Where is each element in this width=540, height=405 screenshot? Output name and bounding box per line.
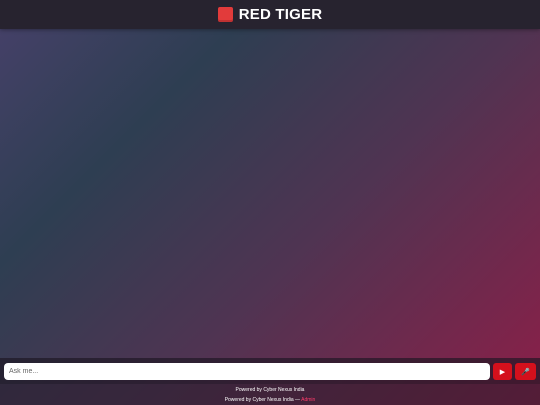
powered-by-admin-line: Powered by Cyber Nexus India — Admin [0, 397, 540, 403]
chat-area [0, 29, 540, 358]
footer: Powered by Cyber Nexus India Powered by … [0, 384, 540, 405]
red-square-icon [217, 7, 233, 22]
mic-button[interactable]: 🎤 [515, 363, 536, 380]
app-header: RED TIGER [0, 0, 540, 29]
powered-by-prefix: Powered by Cyber Nexus India — [224, 397, 302, 403]
send-button[interactable]: ▶ [493, 363, 512, 380]
admin-link[interactable]: Admin [301, 397, 315, 403]
powered-by-text: Powered by Cyber Nexus India [235, 387, 305, 393]
play-icon: ▶ [499, 367, 506, 376]
ask-input[interactable] [4, 363, 490, 380]
microphone-icon: 🎤 [521, 367, 530, 376]
app-title: RED TIGER [238, 6, 323, 23]
